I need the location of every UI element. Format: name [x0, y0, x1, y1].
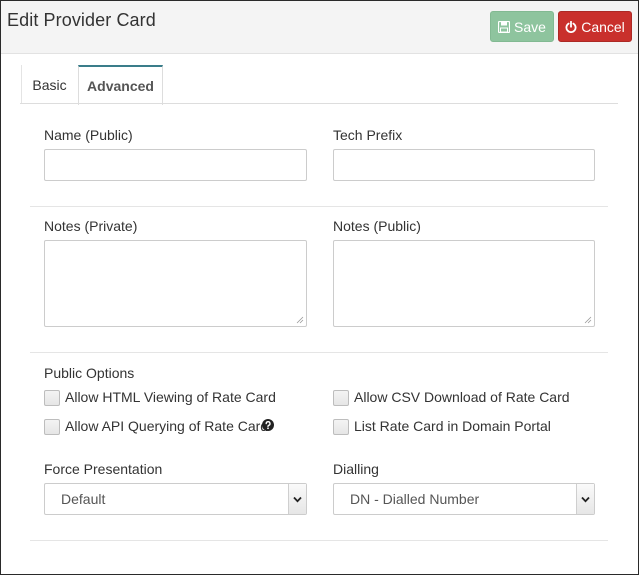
resize-grip-icon[interactable] [584, 316, 592, 324]
force-presentation-select[interactable]: Default [44, 483, 307, 515]
tab-advanced[interactable]: Advanced [78, 65, 163, 105]
allow-csv-download-checkbox[interactable] [333, 390, 349, 406]
dialling-select[interactable]: DN - Dialled Number [333, 483, 595, 515]
section-divider [30, 540, 608, 541]
section-divider [30, 206, 608, 207]
notes-private-textarea[interactable] [44, 240, 307, 327]
allow-csv-download-label: Allow CSV Download of Rate Card [354, 389, 570, 405]
save-button[interactable]: Save [490, 11, 554, 42]
name-public-label: Name (Public) [44, 127, 133, 143]
tech-prefix-input[interactable] [333, 149, 595, 181]
dialling-value: DN - Dialled Number [350, 491, 480, 507]
chevron-down-icon[interactable] [288, 484, 306, 514]
page-title: Edit Provider Card [7, 10, 156, 30]
allow-html-viewing-checkbox[interactable] [44, 390, 60, 406]
dialling-label: Dialling [333, 461, 379, 477]
tech-prefix-label: Tech Prefix [333, 127, 403, 143]
tab-advanced-label: Advanced [87, 78, 154, 94]
notes-public-textarea[interactable] [333, 240, 595, 327]
notes-public-label: Notes (Public) [333, 218, 421, 234]
tabs-divider [20, 103, 618, 104]
name-public-input[interactable] [44, 149, 307, 181]
floppy-disk-icon [498, 20, 511, 33]
public-options-heading: Public Options [44, 365, 135, 381]
force-presentation-value: Default [61, 491, 106, 507]
allow-api-querying-label: Allow API Querying of Rate Card [65, 418, 269, 434]
dialog-header: Edit Provider Card Save Cancel [1, 1, 638, 54]
list-in-domain-portal-checkbox[interactable] [333, 419, 349, 435]
question-circle-icon[interactable] [262, 419, 274, 431]
list-in-domain-portal-label: List Rate Card in Domain Portal [354, 418, 551, 434]
cancel-button-label: Cancel [581, 18, 625, 35]
chevron-down-icon[interactable] [576, 484, 594, 514]
allow-html-viewing-label: Allow HTML Viewing of Rate Card [65, 389, 276, 405]
save-button-label: Save [514, 18, 546, 35]
section-divider [30, 352, 608, 353]
tab-basic[interactable]: Basic [21, 65, 77, 104]
resize-grip-icon[interactable] [296, 316, 304, 324]
notes-private-label: Notes (Private) [44, 218, 138, 234]
power-icon [565, 20, 577, 33]
tab-basic-label: Basic [32, 76, 67, 93]
allow-api-querying-checkbox[interactable] [44, 419, 60, 435]
edit-provider-card-dialog: Edit Provider Card Save Cancel Basic Adv… [0, 0, 639, 575]
force-presentation-label: Force Presentation [44, 461, 163, 477]
cancel-button[interactable]: Cancel [558, 11, 632, 42]
